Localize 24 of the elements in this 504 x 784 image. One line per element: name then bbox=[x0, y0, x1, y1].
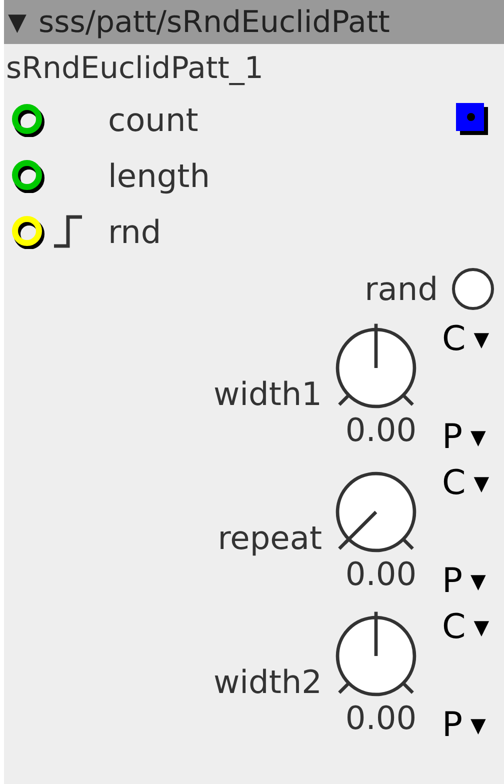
object-type: sss/patt/sRndEuclidPatt bbox=[38, 4, 390, 42]
knob-label: width1 bbox=[212, 374, 322, 415]
port-label: rnd bbox=[108, 212, 162, 253]
mode-dropdown[interactable]: P ▼ bbox=[442, 708, 490, 742]
port-label: length bbox=[108, 156, 211, 197]
mode-dropdown[interactable]: P ▼ bbox=[442, 564, 490, 598]
instance-name: sRndEuclidPatt_1 bbox=[5, 50, 264, 88]
knob-value: 0.00 bbox=[345, 558, 417, 590]
collapse-toggle[interactable]: ▼ bbox=[8, 4, 26, 40]
toggle-label: rand bbox=[364, 269, 438, 310]
mode-dropdown[interactable]: C ▼ bbox=[442, 610, 490, 644]
knob-label: repeat bbox=[216, 518, 322, 559]
inlet-icon[interactable] bbox=[12, 215, 46, 249]
knob-value: 0.00 bbox=[345, 702, 417, 734]
port-label: count bbox=[108, 100, 200, 141]
knob-label: width2 bbox=[212, 662, 322, 703]
inlet-icon[interactable] bbox=[12, 103, 46, 137]
outlet-icon[interactable] bbox=[456, 103, 490, 137]
knob-value: 0.00 bbox=[345, 414, 417, 446]
mode-dropdown[interactable]: C ▼ bbox=[442, 322, 490, 356]
toggle-button[interactable] bbox=[452, 268, 494, 310]
mode-dropdown[interactable]: C ▼ bbox=[442, 466, 490, 500]
inlet-icon[interactable] bbox=[12, 159, 46, 193]
mode-dropdown[interactable]: P ▼ bbox=[442, 420, 490, 454]
